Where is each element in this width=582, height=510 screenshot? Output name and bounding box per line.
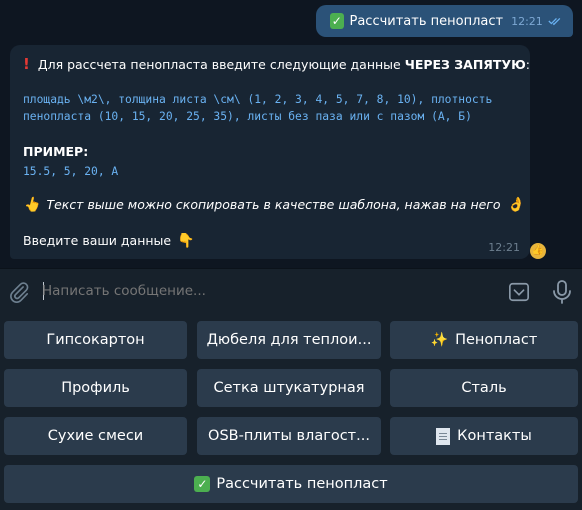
hint-line: 👆 Текст выше можно скопировать в качестве…: [23, 197, 530, 213]
prompt-line: Введите ваши данные 👇: [23, 233, 201, 249]
check-mark-icon: ✓: [194, 476, 211, 492]
example-value[interactable]: 15.5, 5, 20, A: [23, 163, 118, 180]
contacts-button-label: Контакты: [457, 428, 532, 444]
incoming-message[interactable]: ! Для рассчета пенопласта введите следующ…: [10, 45, 530, 259]
double-check-icon: [548, 18, 561, 26]
attach-icon[interactable]: [8, 281, 30, 303]
instruction-line: ! Для рассчета пенопласта введите следующ…: [23, 55, 530, 73]
foam-button-label: Пенопласт: [455, 332, 538, 348]
thumbs-up-reaction-icon[interactable]: 👍: [530, 243, 546, 259]
hint-text: Текст выше можно скопировать в качестве …: [46, 197, 501, 212]
dry-mixes-button[interactable]: Сухие смеси: [4, 417, 187, 455]
microphone-icon[interactable]: [551, 279, 573, 305]
message-input[interactable]: [42, 283, 442, 299]
compose-bar: [0, 268, 582, 316]
incoming-message-time: 12:21: [488, 241, 520, 254]
gypsum-board-button[interactable]: Гипсокартон: [4, 321, 187, 359]
steel-button[interactable]: Сталь: [390, 369, 578, 407]
foam-button[interactable]: ✨ Пенопласт: [390, 321, 578, 359]
ok-hand-icon: 👌: [506, 197, 524, 213]
instruction-text: Для рассчета пенопласта введите следующи…: [37, 57, 405, 72]
check-mark-icon: ✓: [330, 13, 344, 29]
outgoing-message[interactable]: ✓ Рассчитать пенопласт 12:21: [316, 5, 573, 37]
document-icon: [436, 427, 451, 445]
profile-button[interactable]: Профиль: [4, 369, 187, 407]
contacts-button[interactable]: Контакты: [390, 417, 578, 455]
instruction-suffix: :: [525, 57, 530, 72]
reply-keyboard: Гипсокартон Дюбеля для теплои... ✨ Пенопл…: [0, 316, 582, 510]
pointing-hand-icon: 👆: [23, 197, 41, 213]
prompt-text: Введите ваши данные: [23, 233, 172, 248]
pointing-down-icon: 👇: [177, 233, 195, 249]
plaster-mesh-button[interactable]: Сетка штукатурная: [197, 369, 381, 407]
outgoing-message-time: 12:21: [511, 14, 543, 28]
calculate-foam-button[interactable]: ✓ Рассчитать пенопласт: [4, 465, 578, 503]
instruction-bold-text: ЧЕРЕЗ ЗАПЯТУЮ: [404, 57, 526, 72]
template-line-1[interactable]: площадь \м2\, толщина листа \см\ (1, 2, …: [23, 91, 492, 108]
example-label: ПРИМЕР:: [23, 144, 89, 159]
bot-keyboard-icon[interactable]: [508, 281, 530, 303]
sparkles-icon: ✨: [430, 332, 449, 348]
exclamation-icon: !: [23, 55, 30, 73]
template-line-2[interactable]: пенопласта (10, 15, 20, 25, 35), листы б…: [23, 108, 472, 125]
chat-area: ✓ Рассчитать пенопласт 12:21 ! Для рассче…: [0, 0, 582, 268]
calculate-foam-label: Рассчитать пенопласт: [216, 476, 388, 492]
outgoing-message-text: Рассчитать пенопласт: [349, 13, 504, 29]
osb-boards-button[interactable]: OSB-плиты влагост...: [197, 417, 381, 455]
insulation-dowels-button[interactable]: Дюбеля для теплои...: [197, 321, 381, 359]
